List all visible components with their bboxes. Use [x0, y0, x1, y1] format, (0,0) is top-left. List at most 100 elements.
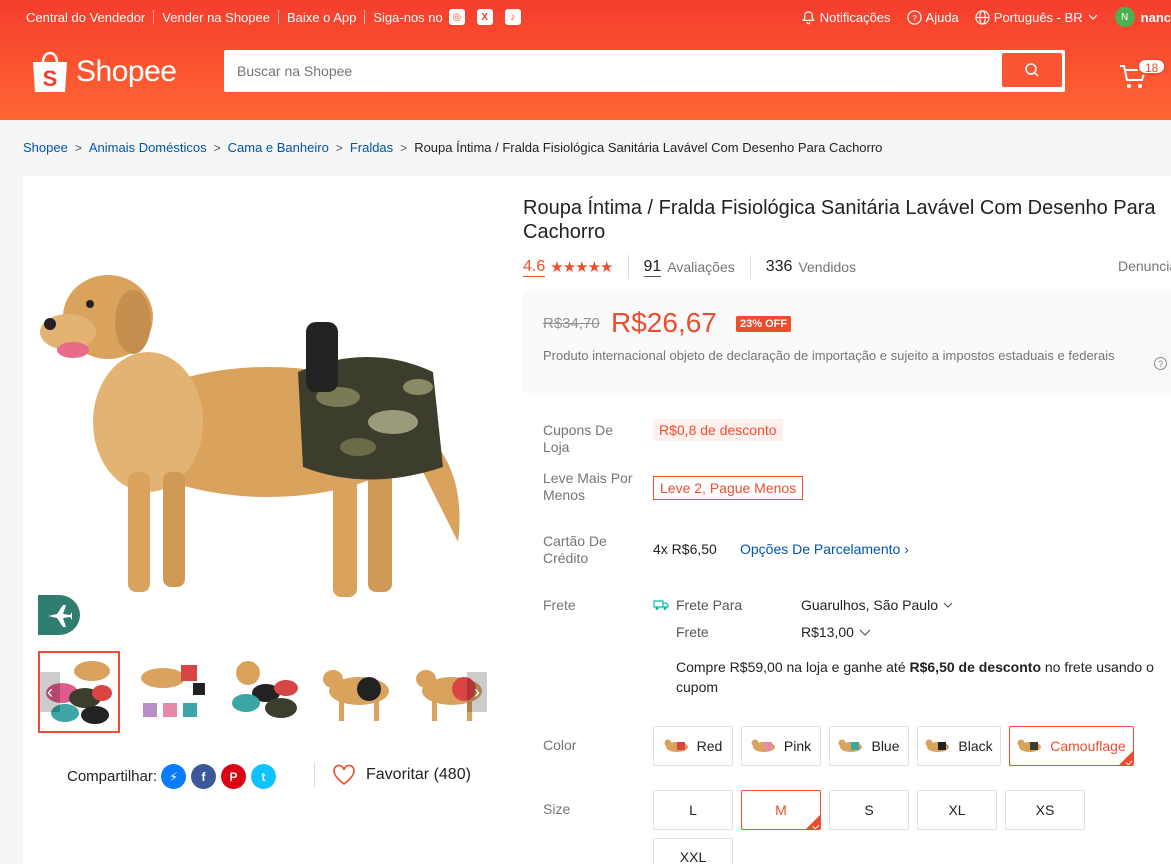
- ship-to-label: Frete Para: [676, 597, 743, 613]
- breadcrumb-diapers[interactable]: Fraldas: [350, 140, 393, 155]
- notifications-link[interactable]: Notificações: [801, 10, 891, 25]
- size-option-l[interactable]: L: [653, 790, 733, 830]
- size-option-label: XL: [948, 802, 966, 818]
- divider: [314, 762, 315, 788]
- import-tax-note: Produto internacional objeto de declaraç…: [543, 348, 1115, 363]
- color-option-camouflage[interactable]: Camouflage: [1009, 726, 1134, 766]
- size-option-xl[interactable]: XL: [917, 790, 997, 830]
- shopee-logo[interactable]: S Shopee: [30, 50, 177, 94]
- chevron-right-icon: >: [213, 140, 221, 155]
- size-option-m[interactable]: M: [741, 790, 821, 830]
- breadcrumb: Shopee > Animais Domésticos > Cama e Ban…: [23, 140, 882, 155]
- breadcrumb-current: Roupa Íntima / Fralda Fisiológica Sanitá…: [414, 140, 883, 155]
- color-option-red[interactable]: Red: [653, 726, 733, 766]
- messenger-icon[interactable]: ⚡: [161, 764, 187, 789]
- help-link[interactable]: ? Ajuda: [906, 9, 959, 25]
- shipping-label: Frete: [543, 597, 576, 613]
- thumbnail-2[interactable]: [131, 651, 213, 733]
- star-rating-icon: ★★★★★: [550, 259, 613, 276]
- reviews-count[interactable]: 91: [643, 258, 662, 277]
- bell-icon: [801, 10, 815, 24]
- ship-note-start: Compre R$59,00 na loja e ganhe até: [676, 659, 910, 675]
- ship-to-selector[interactable]: Guarulhos, São Paulo: [801, 597, 954, 613]
- x-icon[interactable]: X: [476, 9, 493, 25]
- coupon-chip[interactable]: R$0,8 de desconto: [653, 419, 783, 441]
- share-label: Compartilhar:: [67, 768, 158, 785]
- search-bar: [224, 50, 1065, 92]
- divider: [627, 255, 629, 279]
- shipping-fee-label: Frete: [676, 624, 709, 640]
- truck-icon: [653, 600, 669, 610]
- size-option-label: M: [775, 802, 787, 818]
- color-option-label: Black: [958, 738, 993, 754]
- seller-center-link[interactable]: Central do Vendedor: [26, 10, 145, 25]
- report-link[interactable]: Denunciar: [1118, 258, 1171, 274]
- twitter-icon[interactable]: t: [251, 764, 277, 789]
- search-button[interactable]: [1002, 53, 1062, 87]
- size-option-label: XXL: [679, 849, 707, 864]
- question-icon[interactable]: ?: [1154, 357, 1167, 370]
- color-option-label: Camouflage: [1050, 738, 1126, 754]
- chevron-right-icon: >: [335, 140, 343, 155]
- original-price: R$34,70: [543, 315, 600, 332]
- shipping-fee-selector[interactable]: R$13,00: [801, 624, 872, 640]
- thumbnail-3[interactable]: [224, 651, 306, 733]
- logo-text: Shopee: [76, 55, 177, 88]
- chevron-right-icon: >: [74, 140, 82, 155]
- help-icon: ?: [906, 9, 922, 25]
- divider: [277, 10, 279, 24]
- ship-to-value: Guarulhos, São Paulo: [801, 597, 938, 613]
- color-swatch-red: [664, 739, 688, 752]
- product-main-image[interactable]: [38, 222, 488, 642]
- tiktok-icon[interactable]: ♪: [504, 9, 521, 25]
- breadcrumb-bed-bath[interactable]: Cama e Banheiro: [228, 140, 329, 155]
- color-swatch-black: [925, 739, 950, 752]
- help-label: Ajuda: [925, 9, 959, 25]
- chevron-down-icon: [1088, 14, 1098, 20]
- bundle-deal-chip[interactable]: Leve 2, Pague Menos: [653, 476, 804, 500]
- language-selector[interactable]: Português - BR: [975, 10, 1099, 25]
- thumbnail-strip: [38, 651, 503, 733]
- size-option-xxl[interactable]: XXL: [653, 838, 733, 864]
- username: nanc: [1140, 9, 1171, 25]
- size-option-s[interactable]: S: [829, 790, 909, 830]
- thumbnail-4[interactable]: [317, 651, 399, 733]
- download-app-link[interactable]: Baixe o App: [287, 10, 356, 25]
- thumbnail-prev-button[interactable]: ‹: [40, 672, 60, 712]
- instagram-icon[interactable]: ◎: [448, 9, 465, 25]
- notifications-label: Notificações: [819, 9, 891, 25]
- user-menu[interactable]: N nanc: [1114, 7, 1171, 27]
- ship-note-discount: R$6,50 de desconto: [909, 659, 1042, 675]
- product-title: Roupa Íntima / Fralda Fisiológica Sanitá…: [523, 197, 1156, 243]
- breadcrumb-shopee[interactable]: Shopee: [23, 140, 68, 155]
- color-option-blue[interactable]: Blue: [829, 726, 909, 766]
- installment-options-link[interactable]: Opções De Parcelamento ›: [740, 541, 909, 557]
- rating-value[interactable]: 4.6: [523, 258, 546, 277]
- color-option-label: Blue: [871, 738, 900, 754]
- color-option-label: Red: [696, 738, 723, 754]
- pinterest-icon[interactable]: P: [221, 764, 247, 789]
- search-input[interactable]: [227, 53, 1002, 89]
- size-option-xs[interactable]: XS: [1005, 790, 1085, 830]
- globe-icon: [975, 9, 990, 25]
- breadcrumb-pets[interactable]: Animais Domésticos: [89, 140, 207, 155]
- reviews-label: Avaliações: [667, 259, 735, 275]
- color-option-pink[interactable]: Pink: [741, 726, 821, 766]
- size-option-label: S: [864, 802, 874, 818]
- color-option-black[interactable]: Black: [917, 726, 1001, 766]
- discount-badge: 23% OFF: [736, 316, 792, 332]
- sold-label: Vendidos: [798, 259, 857, 275]
- chevron-down-icon: [859, 629, 871, 636]
- facebook-icon[interactable]: f: [191, 764, 217, 789]
- installment-options-label: Opções De Parcelamento: [740, 541, 901, 557]
- color-option-label: Pink: [783, 738, 812, 754]
- favorite-button[interactable]: Favoritar (480): [332, 764, 471, 786]
- airplane-icon: [48, 605, 72, 627]
- thumbnail-next-button[interactable]: ›: [467, 672, 487, 712]
- bundle-deal-label: Leve Mais Por Menos: [543, 470, 633, 503]
- svg-text:S: S: [43, 66, 58, 91]
- size-option-label: L: [689, 802, 697, 818]
- sell-link[interactable]: Vender na Shopee: [162, 10, 270, 25]
- selected-check-icon: [1119, 751, 1133, 765]
- divider: [749, 255, 751, 279]
